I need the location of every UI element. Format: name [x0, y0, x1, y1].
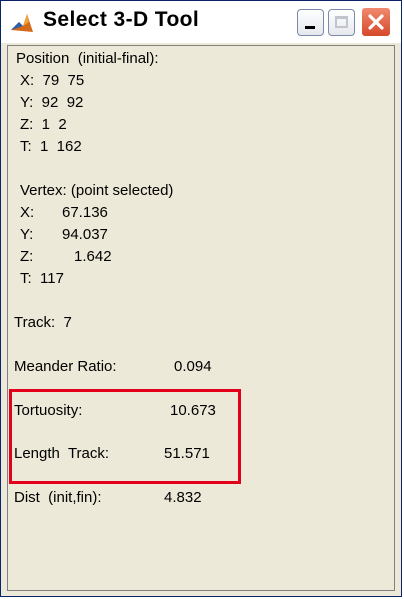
info-panel: Position (initial-final): X: 79 75 Y: 92…	[7, 45, 395, 591]
matlab-icon	[9, 10, 35, 36]
vertex-x-label: X:	[20, 204, 35, 221]
window-title: Select 3-D Tool	[43, 8, 200, 31]
vertex-header: Vertex: (point selected)	[20, 182, 174, 199]
title-bar[interactable]: Select 3-D Tool	[1, 1, 401, 43]
vertex-y-value: 94.037	[62, 226, 108, 243]
vertex-y-label: Y:	[20, 226, 34, 243]
select-3d-tool-window: Select 3-D Tool Position (initial-final)…	[0, 0, 402, 597]
meander-ratio-label: Meander Ratio:	[14, 358, 117, 375]
vertex-x-value: 67.136	[62, 204, 108, 221]
track-label: Track: 7	[14, 314, 72, 331]
position-t: T: 1 162	[20, 138, 82, 155]
position-x: X: 79 75	[20, 72, 85, 89]
maximize-icon	[335, 16, 348, 28]
tortuosity-label: Tortuosity:	[14, 402, 83, 419]
tortuosity-value: 10.673	[170, 402, 216, 419]
position-z: Z: 1 2	[20, 116, 67, 133]
minimize-button[interactable]	[297, 9, 324, 36]
length-track-value: 51.571	[164, 445, 210, 462]
close-button[interactable]	[361, 7, 391, 37]
vertex-t: T: 117	[20, 270, 64, 287]
position-y: Y: 92 92	[20, 94, 84, 111]
close-icon	[368, 14, 384, 30]
meander-ratio-value: 0.094	[174, 358, 212, 375]
dist-init-fin-label: Dist (init,fin):	[14, 489, 102, 506]
minimize-icon	[305, 26, 315, 29]
length-track-label: Length Track:	[14, 445, 110, 462]
dist-init-fin-value: 4.832	[164, 489, 202, 506]
maximize-button[interactable]	[328, 9, 355, 36]
position-header: Position (initial-final):	[16, 50, 159, 67]
vertex-z-value: 1.642	[74, 248, 112, 265]
vertex-z-label: Z:	[20, 248, 34, 265]
